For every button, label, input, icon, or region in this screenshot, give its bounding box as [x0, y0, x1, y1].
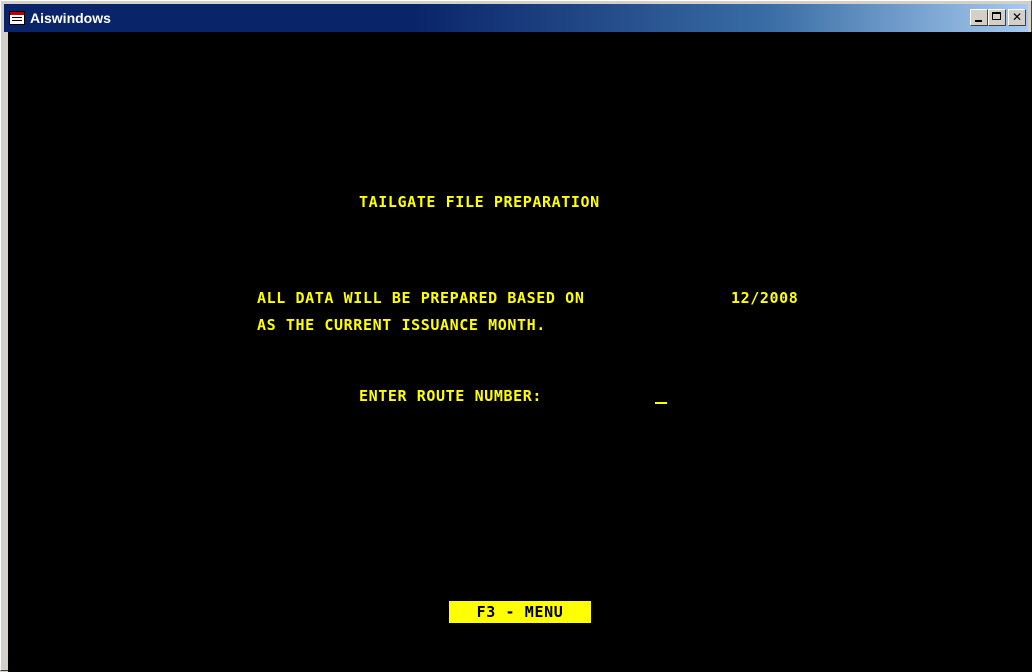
application-window: Aiswindows ✕ TAILGATE FILE PREPARATION A… — [0, 0, 1032, 672]
minimize-icon — [975, 20, 982, 22]
close-icon: ✕ — [1011, 10, 1023, 24]
info-line-2: AS THE CURRENT ISSUANCE MONTH. — [257, 316, 546, 334]
route-number-label: ENTER ROUTE NUMBER: — [359, 387, 542, 405]
screen-heading: TAILGATE FILE PREPARATION — [359, 193, 600, 211]
issuance-month-value: 12/2008 — [731, 289, 799, 307]
maximize-button[interactable] — [988, 9, 1006, 26]
minimize-button[interactable] — [970, 9, 988, 26]
close-button[interactable]: ✕ — [1008, 9, 1026, 26]
terminal-screen[interactable]: TAILGATE FILE PREPARATION ALL DATA WILL … — [8, 32, 1032, 672]
info-line-1: ALL DATA WILL BE PREPARED BASED ON — [257, 289, 585, 307]
window-title: Aiswindows — [30, 10, 111, 26]
f3-menu-key[interactable]: F3 - MENU — [449, 601, 591, 623]
maximize-icon — [992, 12, 1001, 20]
window-app-icon[interactable] — [9, 11, 25, 25]
text-cursor — [655, 402, 667, 404]
title-bar[interactable]: Aiswindows ✕ — [4, 4, 1028, 32]
